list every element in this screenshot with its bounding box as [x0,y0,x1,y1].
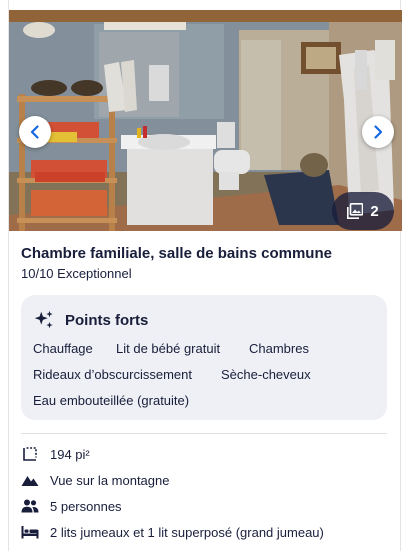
people-icon [21,497,39,515]
feature-label: 5 personnes [50,498,122,514]
highlights-title: Points forts [65,311,149,329]
sparkle-icon [34,310,53,329]
highlight-item: Eau embouteillée (gratuite) [33,393,190,408]
highlight-item: Chambres [249,341,309,356]
room-card: 2 Chambre familiale, salle de bains comm… [8,0,402,551]
chevron-right-icon [374,125,383,139]
feature-label: 2 lits jumeaux et 1 lit superposé (grand… [50,524,324,540]
photo-count-button[interactable]: 2 [332,192,394,230]
area-icon [21,445,39,463]
next-photo-button[interactable] [362,116,394,148]
feature-beds: 2 lits jumeaux et 1 lit superposé (grand… [21,523,324,541]
highlights-panel: Points forts Chauffage Lit de bébé gratu… [21,295,387,420]
feature-label: 194 pi² [50,446,90,462]
feature-view: Vue sur la montagne [21,471,169,489]
feature-label: Vue sur la montagne [50,472,170,488]
highlight-item: Sèche-cheveux [221,367,311,382]
chevron-left-icon [30,125,39,139]
highlight-item: Rideaux d’obscurcissement [33,367,192,382]
bed-icon [21,523,39,541]
highlight-item: Chauffage [33,341,93,356]
feature-occupancy: 5 personnes [21,497,122,515]
room-photo[interactable]: 2 [9,10,402,231]
room-rating: 10/10 Exceptionnel [21,266,132,281]
highlights-header: Points forts [33,309,148,331]
room-title: Chambre familiale, salle de bains commun… [21,245,332,262]
mountain-icon [21,471,39,489]
photo-count: 2 [370,202,379,220]
feature-area: 194 pi² [21,445,90,463]
highlight-item: Lit de bébé gratuit [116,341,221,356]
previous-photo-button[interactable] [19,116,51,148]
section-divider [21,433,387,434]
images-icon [347,203,364,219]
